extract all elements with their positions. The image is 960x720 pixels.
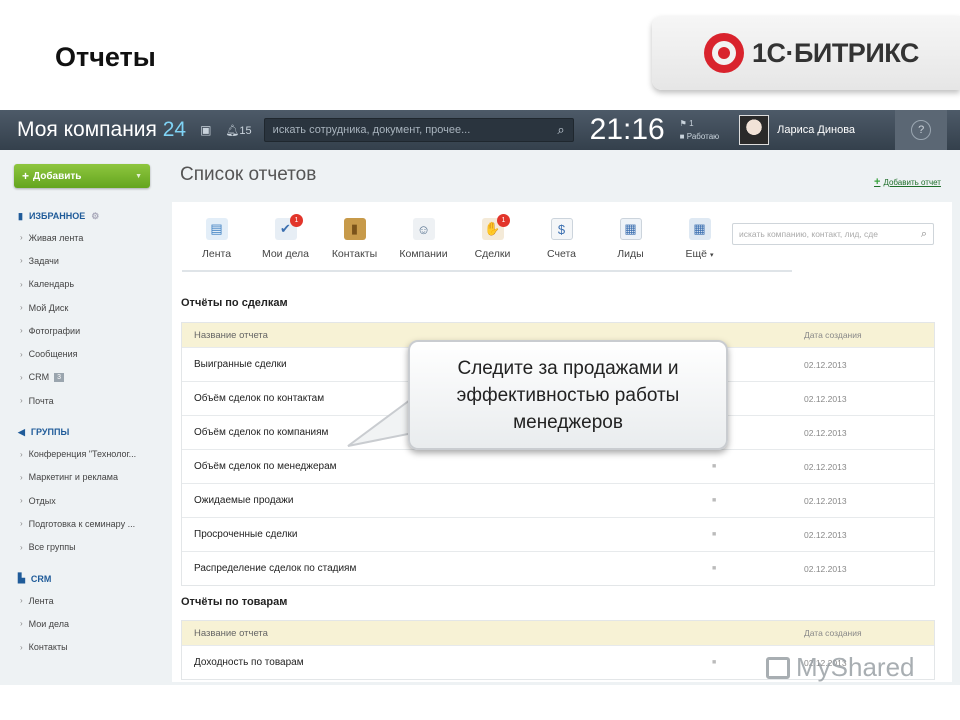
sidebar-item-calendar[interactable]: › Календарь [0,273,160,296]
sidebar-item-photos[interactable]: › Фотографии [0,319,160,342]
sidebar-section-crm[interactable]: ▙ CRM [0,569,160,589]
brand-logo-box: 1С·БИТРИКС [652,16,960,90]
sidebar-item-group[interactable]: › Отдых [0,489,160,512]
sidebar-item-disk[interactable]: › Мой Диск [0,296,160,319]
sidebar-item-group[interactable]: › Конференция "Технолог... [0,442,160,465]
sidebar-item-crm-tasks[interactable]: › Мои дела [0,612,160,635]
help-icon: ? [911,120,932,140]
deals-group-title: Отчёты по сделкам [181,297,288,309]
flag-icon: ⚑ [679,119,687,128]
table-row[interactable]: Ожидаемые продажи ■ 02.12.2013 [182,483,934,517]
sidebar-item-crm[interactable]: › CRM 3 [0,366,160,389]
app-header: Моя компания 24 ▣ 🔔︎15 ⌕ 21:16 ⚑ 1 ■ Раб… [0,110,960,150]
sidebar-section-favorites[interactable]: ▮ ИЗБРАННОЕ ⚙ [0,206,160,226]
sidebar-section-groups[interactable]: ◀ ГРУППЫ [0,422,160,442]
add-report-link[interactable]: + Добавить отчет [874,176,941,188]
feed-icon: ▤ [205,218,228,240]
toolbar-more[interactable]: ▦ Ещё ▾ [665,212,734,270]
sidebar-item-tasks[interactable]: › Задачи [0,249,160,272]
bitrix-logo-icon [704,33,744,73]
goods-group-title: Отчёты по товарам [181,596,288,608]
table-row[interactable]: Распределение сделок по стадиям ■ 02.12.20… [182,551,934,585]
crm-search[interactable]: ⌕ [732,223,934,245]
add-button[interactable]: + Добавить ▼ [14,164,150,188]
plus-icon: + [874,176,881,188]
sidebar-item-group[interactable]: › Маркетинг и реклама [0,466,160,489]
plus-icon: + [22,169,30,183]
sidebar-item-mail[interactable]: › Почта [0,389,160,412]
tasks-badge: 1 [290,214,303,227]
toolbar-leads[interactable]: ▦ Лиды [596,212,665,270]
slide-title: Отчеты [55,42,156,72]
stop-icon: ■ [679,132,685,141]
toolbar-deals[interactable]: ✋ 1 Сделки [458,212,527,270]
callout-bubble: Следите за продажами и эффективностью ра… [408,340,728,450]
sidebar-item-messages[interactable]: › Сообщения [0,342,160,365]
sidebar: ▮ ИЗБРАННОЕ ⚙ › Живая лента › Задачи › Кале… [0,202,160,659]
table-header: Название отчета Дата создания [182,621,934,645]
help-button[interactable]: ? [895,110,948,150]
chevron-down-icon: ▾ [709,252,714,259]
crm-search-input[interactable] [739,229,921,239]
messages-icon[interactable]: ▣ [200,123,211,137]
sidebar-item-crm-contacts[interactable]: › Контакты [0,635,160,658]
sidebar-item-feed[interactable]: › Живая лента [0,226,160,249]
sidebar-item-crm-feed[interactable]: › Лента [0,589,160,612]
search-icon[interactable]: ⌕ [921,228,927,241]
toolbar-feed[interactable]: ▤ Лента [182,212,251,270]
leads-icon: ▦ [619,218,642,240]
watermark-icon [766,656,790,679]
clock: 21:16 [589,113,665,146]
table-row[interactable]: Просроченные сделки ■ 02.12.2013 [182,517,934,551]
crm-count-badge: 3 [54,372,65,382]
crm-icon: ▙ [18,573,25,584]
megaphone-icon: ◀ [18,426,25,437]
more-icon: ▦ [688,218,711,240]
notifications-count: 15 [239,124,252,137]
work-status[interactable]: ⚑ 1 ■ Работаю [680,117,719,143]
search-icon[interactable]: ⌕ [557,122,564,138]
avatar[interactable] [739,115,770,145]
sidebar-item-group[interactable]: › Подготовка к семинару ... [0,512,160,535]
deals-badge: 1 [497,214,510,227]
gear-icon[interactable]: ⚙ [91,211,99,222]
user-name[interactable]: Лариса Динова [777,124,887,136]
page-title: Список отчетов [180,164,317,185]
company-name[interactable]: Моя компания 24 [17,118,186,142]
crm-toolbar: ▤ Лента ✔ 1 Мои дела ▮ Контакты ☺ Компан… [182,212,792,272]
sidebar-item-all-groups[interactable]: › Все группы [0,536,160,559]
chevron-down-icon: ▼ [135,172,142,180]
invoices-icon: $ [550,218,573,240]
toolbar-tasks[interactable]: ✔ 1 Мои дела [251,212,320,270]
toolbar-invoices[interactable]: $ Счета [527,212,596,270]
table-row[interactable]: Объём сделок по менеджерам ■ 02.12.2013 [182,449,934,483]
brand-name: 1С·БИТРИКС [752,37,919,68]
notifications-icon[interactable]: 🔔︎15 [225,124,251,137]
watermark: MyShared [766,652,915,683]
bookmark-icon: ▮ [18,210,23,221]
